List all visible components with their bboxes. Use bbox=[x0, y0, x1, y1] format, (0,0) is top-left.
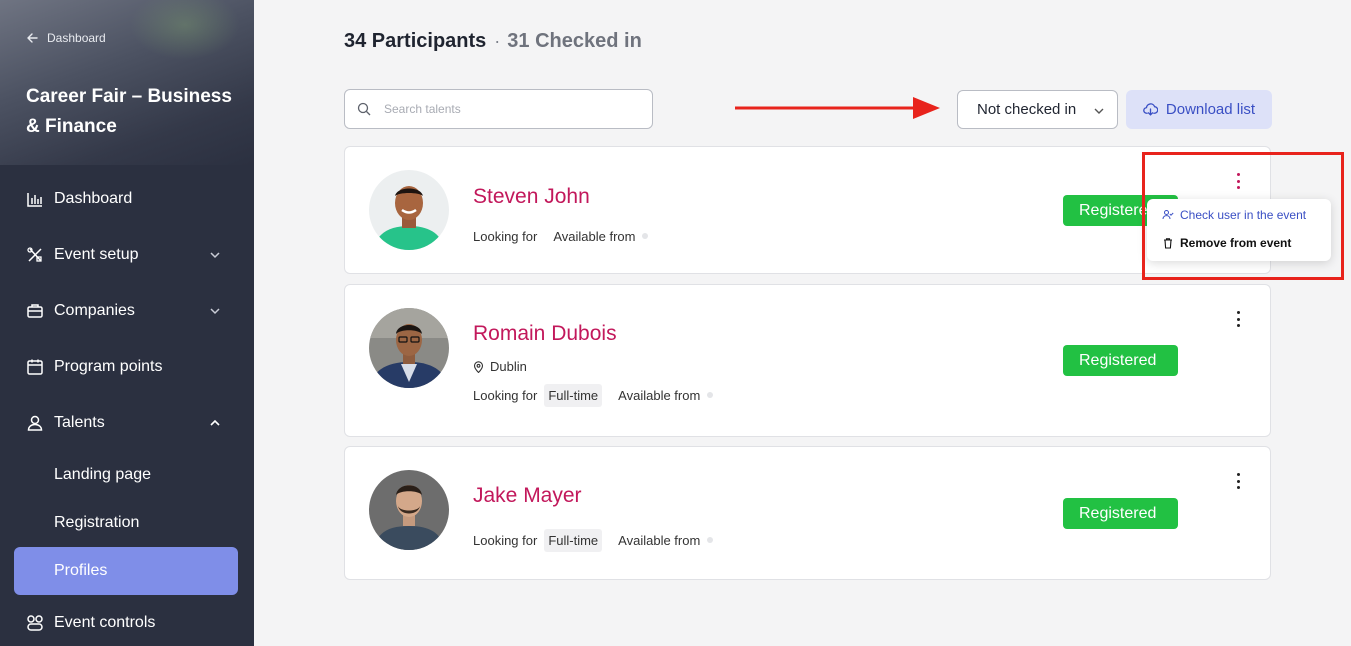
remove-from-event-menu-item[interactable]: Remove from event bbox=[1162, 236, 1291, 250]
back-link-label: Dashboard bbox=[47, 31, 106, 45]
briefcase-icon bbox=[26, 302, 44, 320]
avatar bbox=[369, 308, 449, 388]
chevron-up-icon bbox=[210, 419, 220, 426]
available-from-dot bbox=[707, 392, 714, 398]
more-options-icon[interactable] bbox=[1231, 471, 1245, 491]
looking-for-tag: Full-time bbox=[544, 383, 603, 407]
participant-meta: Looking for Full-time Available from bbox=[473, 382, 714, 408]
sidebar-item-event-controls[interactable]: Event controls bbox=[26, 611, 228, 635]
location-text: Dublin bbox=[490, 359, 527, 374]
page-title: 34 Participants · 31 Checked in bbox=[344, 30, 642, 53]
looking-for-label: Looking for bbox=[473, 532, 538, 548]
event-title: Career Fair – Business & Finance bbox=[26, 86, 232, 137]
user-icon bbox=[26, 414, 44, 432]
looking-for-label: Looking for bbox=[473, 387, 538, 403]
avatar bbox=[369, 170, 449, 250]
chevron-down-icon bbox=[210, 308, 220, 315]
looking-for-label: Looking for bbox=[473, 228, 538, 244]
participant-meta: Looking for Available from bbox=[473, 223, 649, 249]
bar-chart-icon bbox=[26, 190, 44, 208]
participant-context-menu: Check user in the event Remove from even… bbox=[1147, 199, 1331, 261]
sidebar-item-label: Event controls bbox=[54, 614, 156, 631]
sidebar-subitem-profiles[interactable]: Profiles bbox=[14, 547, 238, 595]
status-badge: Registered bbox=[1063, 498, 1178, 529]
looking-for-tag: Full-time bbox=[544, 528, 603, 552]
sidebar-item-event-setup[interactable]: Event setup bbox=[26, 243, 228, 267]
user-check-icon bbox=[1162, 210, 1174, 220]
participants-count: 34 Participants bbox=[344, 30, 487, 52]
search-icon bbox=[357, 102, 371, 116]
tools-icon bbox=[26, 246, 44, 264]
controls-icon bbox=[26, 614, 44, 632]
participant-name[interactable]: Romain Dubois bbox=[473, 322, 617, 346]
calendar-icon bbox=[26, 358, 44, 376]
available-from-label: Available from bbox=[618, 532, 701, 548]
check-in-user-menu-item[interactable]: Check user in the event bbox=[1162, 208, 1306, 222]
sidebar-item-label: Talents bbox=[54, 414, 105, 431]
more-options-icon[interactable] bbox=[1231, 309, 1245, 329]
filter-selected-value: Not checked in bbox=[977, 101, 1077, 118]
sidebar-item-dashboard[interactable]: Dashboard bbox=[26, 187, 228, 211]
participant-card[interactable]: Romain Dubois Dublin Looking for Full-ti… bbox=[344, 284, 1271, 437]
sidebar-subitem-registration[interactable]: Registration bbox=[54, 511, 139, 535]
checked-in-count: 31 Checked in bbox=[507, 30, 642, 52]
sidebar-item-label: Event setup bbox=[54, 246, 139, 263]
arrow-left-icon bbox=[27, 33, 38, 43]
participant-card[interactable]: Steven John Looking for Available from R… bbox=[344, 146, 1271, 274]
search-box[interactable] bbox=[344, 89, 653, 129]
more-options-icon[interactable] bbox=[1231, 171, 1245, 191]
sidebar-subitem-landing-page[interactable]: Landing page bbox=[54, 463, 151, 487]
sidebar-item-label: Companies bbox=[54, 302, 135, 319]
sidebar-item-label: Program points bbox=[54, 358, 163, 375]
participant-name[interactable]: Steven John bbox=[473, 185, 590, 209]
status-badge: Registered bbox=[1063, 345, 1178, 376]
chevron-down-icon bbox=[1094, 108, 1104, 114]
trash-icon bbox=[1164, 238, 1172, 249]
available-from-label: Available from bbox=[618, 387, 701, 403]
download-list-label: Download list bbox=[1165, 101, 1256, 118]
participant-location: Dublin bbox=[473, 359, 527, 374]
map-pin-icon bbox=[473, 360, 484, 373]
download-list-button[interactable]: Download list bbox=[1126, 90, 1272, 129]
title-separator: · bbox=[494, 31, 501, 51]
available-from-label: Available from bbox=[553, 228, 636, 244]
available-from-dot bbox=[642, 233, 649, 239]
participant-meta: Looking for Full-time Available from bbox=[473, 527, 714, 553]
participant-card[interactable]: Jake Mayer Looking for Full-time Availab… bbox=[344, 446, 1271, 580]
sidebar-item-program-points[interactable]: Program points bbox=[26, 355, 228, 379]
participant-name[interactable]: Jake Mayer bbox=[473, 484, 582, 508]
available-from-dot bbox=[707, 537, 714, 543]
check-in-user-label: Check user in the event bbox=[1180, 208, 1307, 222]
remove-from-event-label: Remove from event bbox=[1180, 236, 1292, 250]
chevron-down-icon bbox=[210, 252, 220, 259]
annotation-arrow-icon bbox=[735, 97, 940, 119]
checkin-filter-select[interactable]: Not checked in bbox=[957, 90, 1118, 129]
sidebar-item-label: Dashboard bbox=[54, 190, 133, 207]
cloud-download-icon bbox=[1143, 103, 1158, 116]
back-to-dashboard-link[interactable]: Dashboard bbox=[26, 31, 106, 45]
avatar bbox=[369, 470, 449, 550]
sidebar-item-talents[interactable]: Talents bbox=[26, 411, 228, 435]
sidebar-item-companies[interactable]: Companies bbox=[26, 299, 228, 323]
search-input[interactable] bbox=[384, 102, 644, 116]
sidebar: Dashboard Career Fair – Business & Finan… bbox=[0, 0, 254, 646]
